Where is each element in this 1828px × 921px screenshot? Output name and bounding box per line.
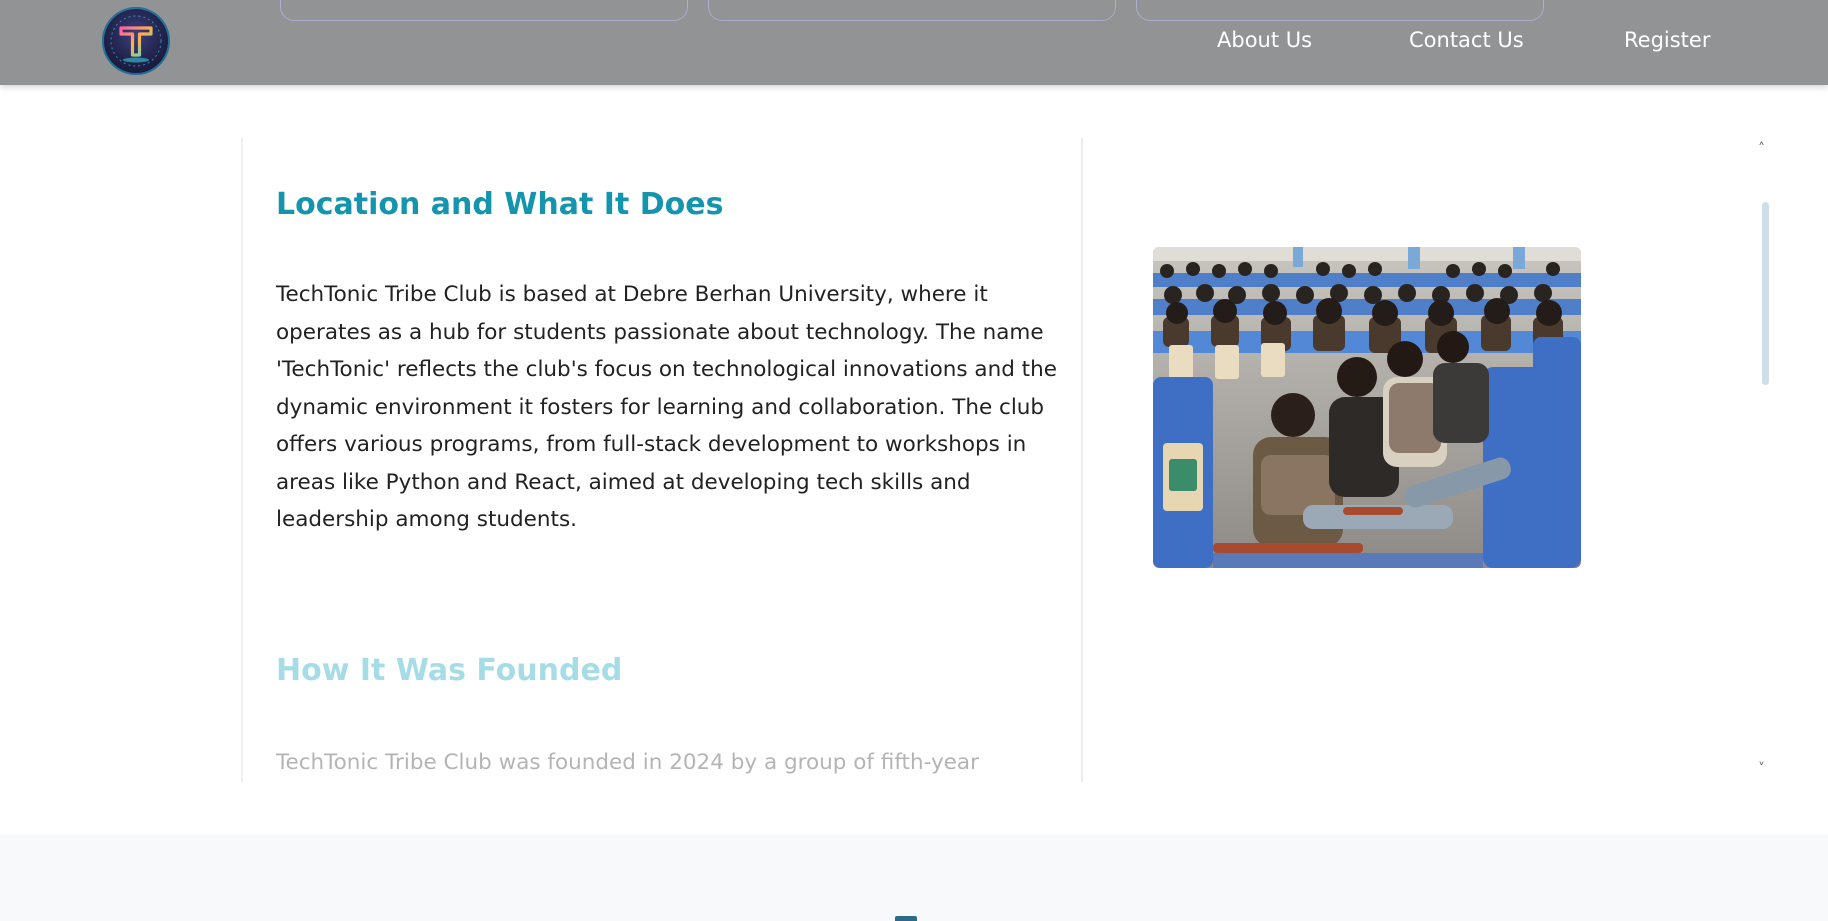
- section-text-location: TechTonic Tribe Club is based at Debre B…: [276, 282, 1057, 532]
- nav-ghost-card: [708, 0, 1116, 21]
- top-navbar: About Us Contact Us Register: [0, 0, 1828, 85]
- section-title-location: Location and What It Does: [276, 187, 724, 222]
- scroll-up-icon[interactable]: ˄: [1758, 142, 1765, 156]
- photo-illustration: [1153, 247, 1581, 568]
- content-scrollbar-thumb[interactable]: [1762, 202, 1769, 385]
- footer-emblem-icon: [895, 916, 917, 921]
- section-title-founded: How It Was Founded: [276, 653, 623, 688]
- about-content-panel[interactable]: Location and What It Does TechTonic Trib…: [241, 138, 1083, 782]
- nav-link-contact-us[interactable]: Contact Us: [1409, 26, 1524, 54]
- logo-t-glyph: [110, 15, 162, 67]
- techtonic-logo-icon[interactable]: [102, 7, 170, 75]
- nav-link-register[interactable]: Register: [1624, 26, 1710, 54]
- page-footer: [0, 834, 1828, 921]
- section-text-founded: TechTonic Tribe Club was founded in 2024…: [276, 750, 979, 775]
- nav-ghost-card: [1136, 0, 1544, 21]
- students-auditorium-photo: [1153, 247, 1581, 568]
- nav-ghost-card: [280, 0, 688, 21]
- nav-link-about-us[interactable]: About Us: [1217, 26, 1312, 54]
- scroll-down-icon[interactable]: ˅: [1758, 762, 1765, 776]
